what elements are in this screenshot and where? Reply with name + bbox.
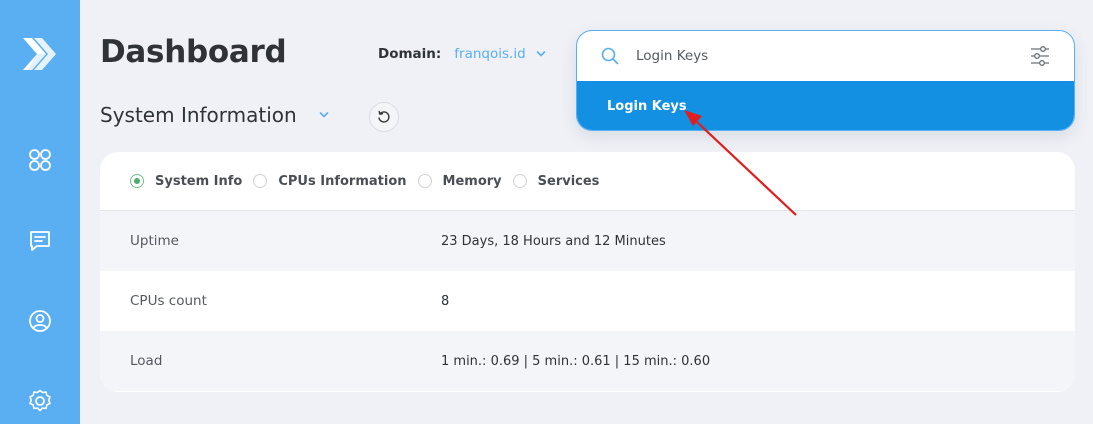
tab-label: Services [537,173,600,189]
refresh-icon [378,110,390,123]
tab-system-info[interactable]: System Info [130,174,242,189]
page-title: Dashboard [100,34,287,70]
chevron-down-icon[interactable] [319,110,329,120]
chevron-down-icon[interactable] [536,49,546,59]
tab-label: System Info [155,173,243,189]
row-key: CPUs count [130,293,207,309]
refresh-button[interactable] [369,102,399,132]
tab-label: Memory [442,173,502,189]
radio-button[interactable] [417,174,432,188]
user-circle-icon[interactable] [27,308,53,334]
table-row: Uptime 23 Days, 18 Hours and 12 Minutes [100,211,1075,271]
tab-services[interactable]: Services [512,173,600,189]
tab-memory[interactable]: Memory [417,173,502,189]
row-value: 23 Days, 18 Hours and 12 Minutes [441,233,666,249]
search-bar [577,31,1074,81]
row-key: Uptime [130,233,179,249]
row-value: 8 [441,293,450,309]
search-icon [601,47,619,65]
row-value: 1 min.: 0.69 | 5 min.: 0.61 | 15 min.: 0… [441,353,711,369]
radio-button[interactable] [130,174,144,188]
section-title-text: System Information [100,103,297,127]
message-icon[interactable] [27,228,53,254]
search-input[interactable] [636,48,996,64]
row-key: Load [130,353,163,369]
domain-label: Domain: [378,46,442,62]
table-row: Load 1 min.: 0.69 | 5 min.: 0.61 | 15 mi… [100,331,1075,391]
sidebar [0,0,80,424]
radio-button[interactable] [512,174,527,188]
section-title: System Information [100,103,329,127]
domain-selector[interactable]: Domain: franqois.id [378,46,546,62]
radio-button[interactable] [253,174,268,188]
apps-grid-icon[interactable] [27,147,53,173]
settings-icon[interactable] [27,388,53,414]
table-row: CPUs count 8 [100,271,1075,331]
search-suggestion-item[interactable]: Login Keys [577,81,1074,130]
search-dropdown: Login Keys [576,30,1075,131]
info-tabs: System Info CPUs Information Memory Serv… [100,152,1075,211]
filter-sliders-icon[interactable] [1030,45,1050,67]
logo-icon[interactable] [20,34,60,74]
tab-label: CPUs Information [278,173,407,189]
system-info-card: System Info CPUs Information Memory Serv… [100,152,1075,392]
domain-value[interactable]: franqois.id [454,46,525,62]
tab-cpus-information[interactable]: CPUs Information [253,173,407,189]
